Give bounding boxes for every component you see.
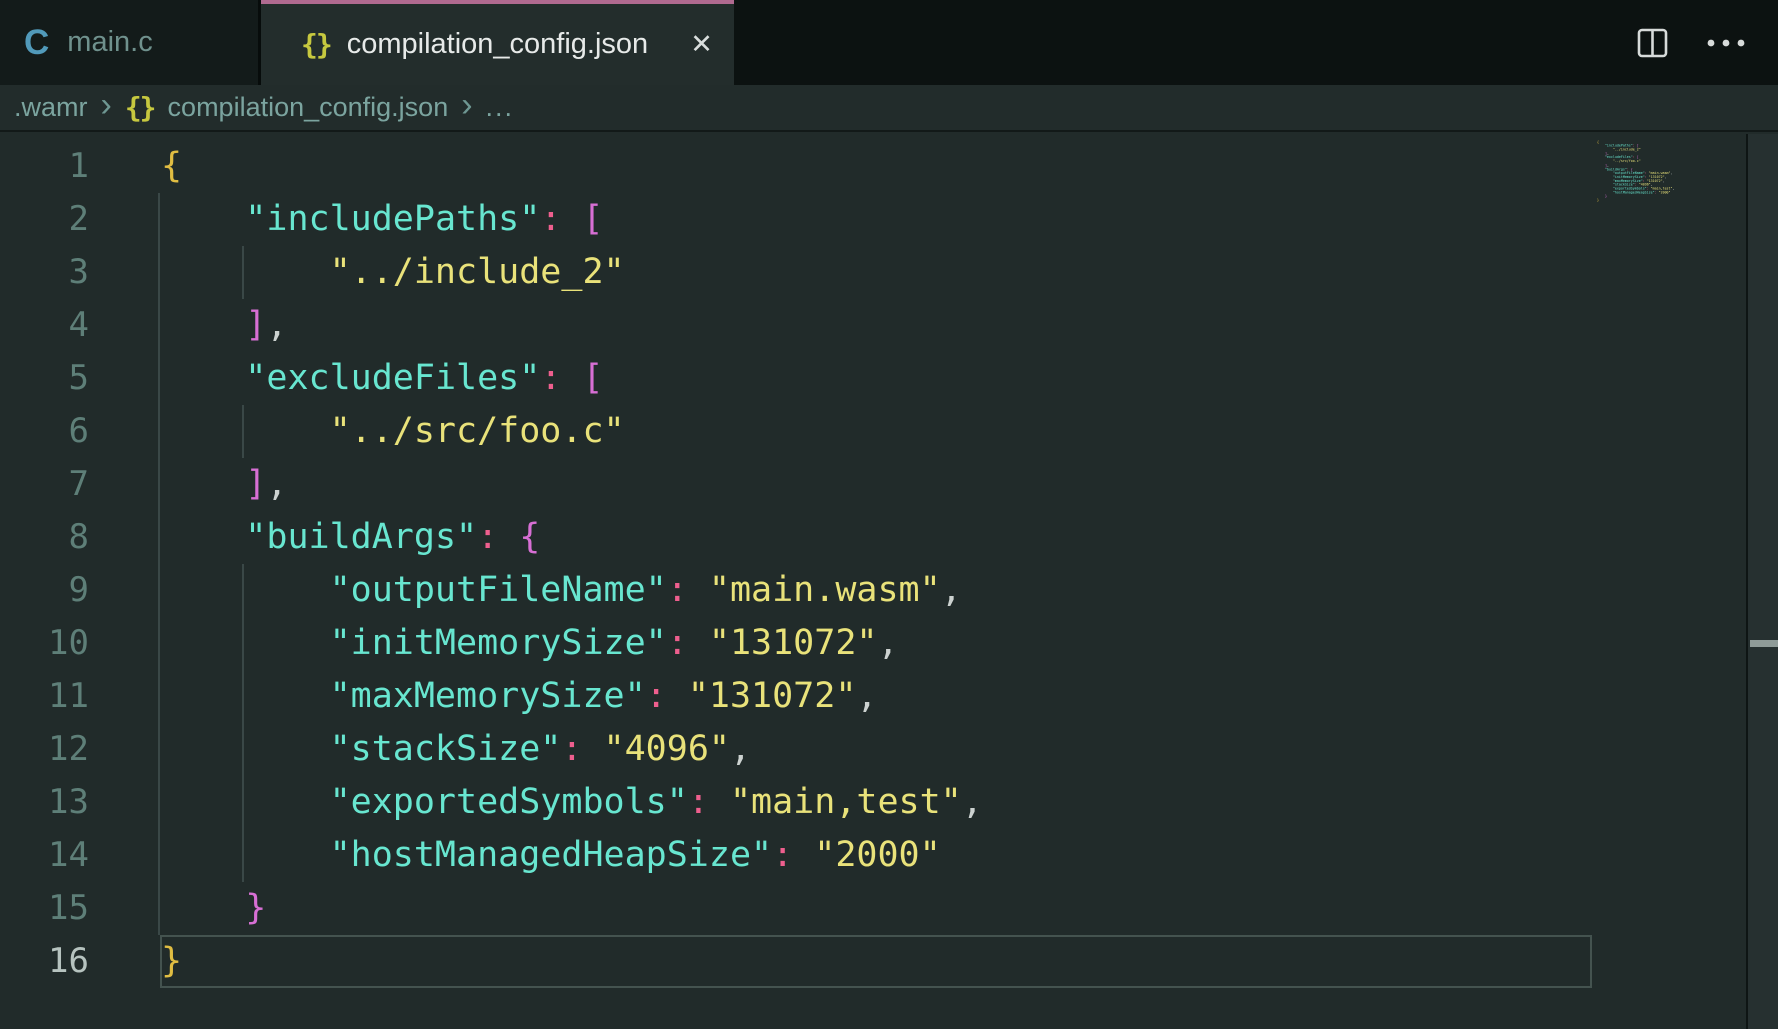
breadcrumb-json-icon: {} bbox=[125, 91, 155, 124]
indent-guide bbox=[158, 352, 160, 405]
minimap[interactable]: { "includePaths": [ "../include_2" ], "e… bbox=[1597, 140, 1675, 202]
tab-compilation-config-json[interactable]: {} compilation_config.json ✕ bbox=[261, 0, 734, 85]
code-text: "outputFileName": "main.wasm", bbox=[161, 564, 962, 617]
code-line[interactable]: 14 "hostManagedHeapSize": "2000" bbox=[0, 829, 1778, 882]
code-text: { bbox=[161, 140, 182, 193]
close-icon[interactable]: ✕ bbox=[690, 31, 713, 58]
breadcrumb: .wamr › {} compilation_config.json › ... bbox=[0, 85, 1778, 132]
indent-guide bbox=[158, 723, 160, 776]
line-number[interactable]: 7 bbox=[0, 458, 89, 511]
indent-guide bbox=[158, 617, 160, 670]
code-line[interactable]: 2 "includePaths": [ bbox=[0, 193, 1778, 246]
indent-guide bbox=[158, 564, 160, 617]
indent-guide bbox=[158, 882, 160, 935]
indent-guide bbox=[158, 670, 160, 723]
line-number[interactable]: 9 bbox=[0, 564, 89, 617]
code-line[interactable]: 8 "buildArgs": { bbox=[0, 511, 1778, 564]
code-line[interactable]: 4 ], bbox=[0, 299, 1778, 352]
code-text: "maxMemorySize": "131072", bbox=[161, 670, 877, 723]
editor-actions bbox=[1637, 0, 1778, 85]
line-number[interactable]: 11 bbox=[0, 670, 89, 723]
c-file-icon: C bbox=[24, 23, 49, 63]
tab-bar: C main.c {} compilation_config.json ✕ bbox=[0, 0, 1778, 85]
code-line[interactable]: 6 "../src/foo.c" bbox=[0, 405, 1778, 458]
code-text: } bbox=[161, 935, 182, 988]
code-line[interactable]: 7 ], bbox=[0, 458, 1778, 511]
indent-guide bbox=[158, 405, 160, 458]
code-line[interactable]: 10 "initMemorySize": "131072", bbox=[0, 617, 1778, 670]
code-line[interactable]: 16} bbox=[0, 935, 1778, 988]
line-number[interactable]: 5 bbox=[0, 352, 89, 405]
line-number[interactable]: 10 bbox=[0, 617, 89, 670]
code-line[interactable]: 13 "exportedSymbols": "main,test", bbox=[0, 776, 1778, 829]
tab-main-c[interactable]: C main.c bbox=[0, 0, 261, 85]
line-number[interactable]: 1 bbox=[0, 140, 89, 193]
code-text: "../src/foo.c" bbox=[161, 405, 625, 458]
breadcrumb-item-folder[interactable]: .wamr bbox=[14, 92, 88, 123]
line-number[interactable]: 4 bbox=[0, 299, 89, 352]
indent-guide bbox=[158, 776, 160, 829]
code-text: "exportedSymbols": "main,test", bbox=[161, 776, 983, 829]
chevron-right-icon: › bbox=[101, 86, 112, 125]
overview-ruler-marker bbox=[1750, 640, 1778, 647]
code-text: "initMemorySize": "131072", bbox=[161, 617, 899, 670]
indent-guide bbox=[158, 299, 160, 352]
code-text: "buildArgs": { bbox=[161, 511, 540, 564]
code-line[interactable]: 12 "stackSize": "4096", bbox=[0, 723, 1778, 776]
chevron-right-icon: › bbox=[461, 86, 472, 125]
minimap-line: "hostManagedHeapSize": "2000" bbox=[1597, 191, 1675, 195]
breadcrumb-item-file[interactable]: compilation_config.json bbox=[168, 92, 449, 123]
code-text: } bbox=[161, 882, 266, 935]
line-number[interactable]: 14 bbox=[0, 829, 89, 882]
code-line[interactable]: 3 "../include_2" bbox=[0, 246, 1778, 299]
code-line[interactable]: 5 "excludeFiles": [ bbox=[0, 352, 1778, 405]
code-text: "hostManagedHeapSize": "2000" bbox=[161, 829, 941, 882]
line-number[interactable]: 15 bbox=[0, 882, 89, 935]
code-text: "../include_2" bbox=[161, 246, 625, 299]
code-text: ], bbox=[161, 458, 287, 511]
code-rows: 1{2 "includePaths": [3 "../include_2"4 ]… bbox=[0, 140, 1778, 988]
line-number[interactable]: 3 bbox=[0, 246, 89, 299]
code-text: "stackSize": "4096", bbox=[161, 723, 751, 776]
json-file-icon: {} bbox=[301, 28, 331, 61]
line-number[interactable]: 13 bbox=[0, 776, 89, 829]
line-number[interactable]: 8 bbox=[0, 511, 89, 564]
minimap-line: } bbox=[1597, 199, 1675, 203]
line-number[interactable]: 12 bbox=[0, 723, 89, 776]
line-number[interactable]: 16 bbox=[0, 935, 89, 988]
code-text: "includePaths": [ bbox=[161, 193, 604, 246]
overview-ruler[interactable] bbox=[1746, 134, 1778, 1029]
line-number[interactable]: 6 bbox=[0, 405, 89, 458]
code-line[interactable]: 11 "maxMemorySize": "131072", bbox=[0, 670, 1778, 723]
more-actions-icon[interactable] bbox=[1706, 38, 1746, 48]
split-editor-icon[interactable] bbox=[1637, 28, 1668, 58]
indent-guide bbox=[158, 511, 160, 564]
line-number[interactable]: 2 bbox=[0, 193, 89, 246]
code-line[interactable]: 9 "outputFileName": "main.wasm", bbox=[0, 564, 1778, 617]
tab-label: compilation_config.json bbox=[347, 28, 648, 61]
code-text: "excludeFiles": [ bbox=[161, 352, 604, 405]
editor-code-area[interactable]: 1{2 "includePaths": [3 "../include_2"4 ]… bbox=[0, 134, 1778, 1029]
code-text: ], bbox=[161, 299, 287, 352]
indent-guide bbox=[158, 458, 160, 511]
indent-guide bbox=[158, 193, 160, 246]
tab-label: main.c bbox=[67, 26, 152, 59]
breadcrumb-item-symbol[interactable]: ... bbox=[486, 92, 515, 123]
indent-guide bbox=[158, 246, 160, 299]
current-line-highlight bbox=[160, 935, 1592, 988]
indent-guide bbox=[158, 829, 160, 882]
code-line[interactable]: 1{ bbox=[0, 140, 1778, 193]
code-line[interactable]: 15 } bbox=[0, 882, 1778, 935]
